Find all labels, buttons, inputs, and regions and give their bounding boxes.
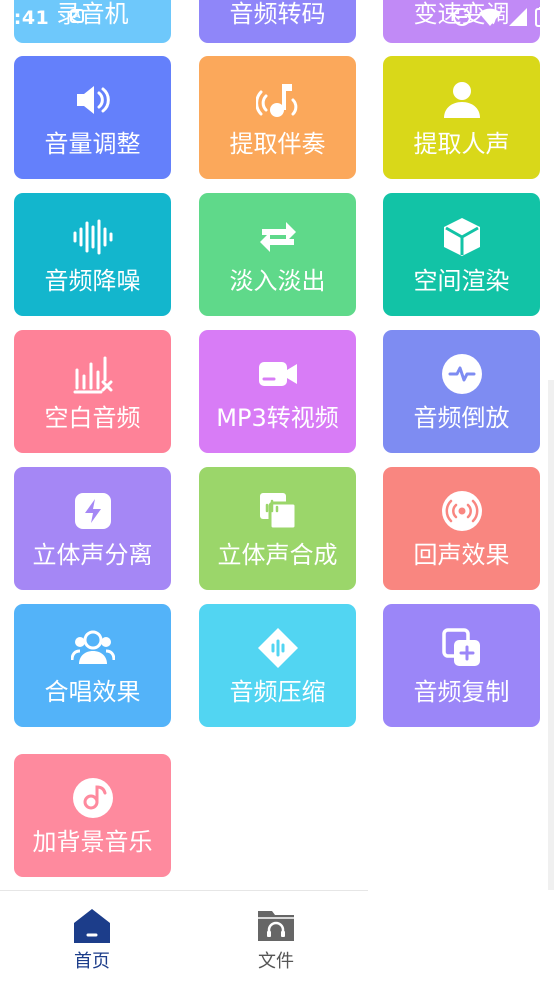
tile-label: 立体声合成 [217,541,338,569]
tile-label: 合唱效果 [44,678,141,706]
home-icon [73,907,111,943]
tab-label: 首页 [74,951,110,972]
keyboard-icon: A [70,9,84,23]
system-icons [452,7,550,31]
tile-stereo-merge[interactable]: 立体声合成 [199,467,356,590]
merge-docs-icon [256,489,300,533]
folder-headphones-icon [257,907,295,943]
status-time: 3:41 [0,7,50,29]
tile-label: 提取人声 [413,130,510,158]
tile-label: MP3转视频 [216,404,339,432]
cube-icon [440,215,484,259]
scrollbar-track[interactable] [548,380,554,890]
wifi-icon [478,7,502,31]
tile-label: 淡入淡出 [229,267,326,295]
battery-icon [534,7,550,31]
music-disc-icon [71,776,115,820]
tab-home[interactable]: 首页 [0,891,184,985]
tab-label: 文件 [258,951,294,972]
copy-plus-icon [440,626,484,670]
pulse-circle-icon [440,352,484,396]
tile-background-music[interactable]: 加背景音乐 [14,754,171,877]
lightning-icon [71,489,115,533]
tile-volume[interactable]: 音量调整 [14,56,171,179]
tab-files[interactable]: 文件 [184,891,368,985]
music-note-icon [255,78,300,122]
waveform-icon [71,215,115,259]
tile-label: 音频复制 [413,678,510,706]
broadcast-icon [440,489,484,533]
group-icon [70,626,115,670]
tile-echo[interactable]: 回声效果 [383,467,540,590]
tile-spatial[interactable]: 空间渲染 [383,193,540,316]
tile-fade[interactable]: 淡入淡出 [199,193,356,316]
tile-label: 回声效果 [413,541,510,569]
tile-denoise[interactable]: 音频降噪 [14,193,171,316]
tile-extract-accompaniment[interactable]: 提取伴奏 [199,56,356,179]
tile-reverse[interactable]: 音频倒放 [383,330,540,453]
tile-label: 音量调整 [44,130,141,158]
tile-mp3-to-video[interactable]: MP3转视频 [199,330,356,453]
swap-arrows-icon [256,215,300,259]
tile-compress[interactable]: 音频压缩 [199,604,356,727]
person-icon [440,78,484,122]
tile-label: 音频压缩 [229,678,326,706]
tile-label: 音频倒放 [413,404,510,432]
compress-icon [256,626,300,670]
tile-extract-vocals[interactable]: 提取人声 [383,56,540,179]
tile-blank-audio[interactable]: 空白音频 [14,330,171,453]
do-not-disturb-icon [452,7,472,31]
tile-label: 音频降噪 [44,267,141,295]
speaker-icon [71,78,115,122]
bottom-tab-bar: 首页 文件 [0,890,368,985]
bars-mute-icon [71,352,115,396]
video-camera-icon [256,352,300,396]
tile-stereo-split[interactable]: 立体声分离 [14,467,171,590]
tile-label: 空间渲染 [413,267,510,295]
tile-label: 加背景音乐 [32,828,153,856]
tile-label: 空白音频 [44,404,141,432]
tile-chorus[interactable]: 合唱效果 [14,604,171,727]
signal-icon [508,7,528,31]
tile-label: 提取伴奏 [229,130,326,158]
tile-label: 立体声分离 [32,541,153,569]
tile-copy[interactable]: 音频复制 [383,604,540,727]
status-bar: 3:41 A [0,0,554,34]
